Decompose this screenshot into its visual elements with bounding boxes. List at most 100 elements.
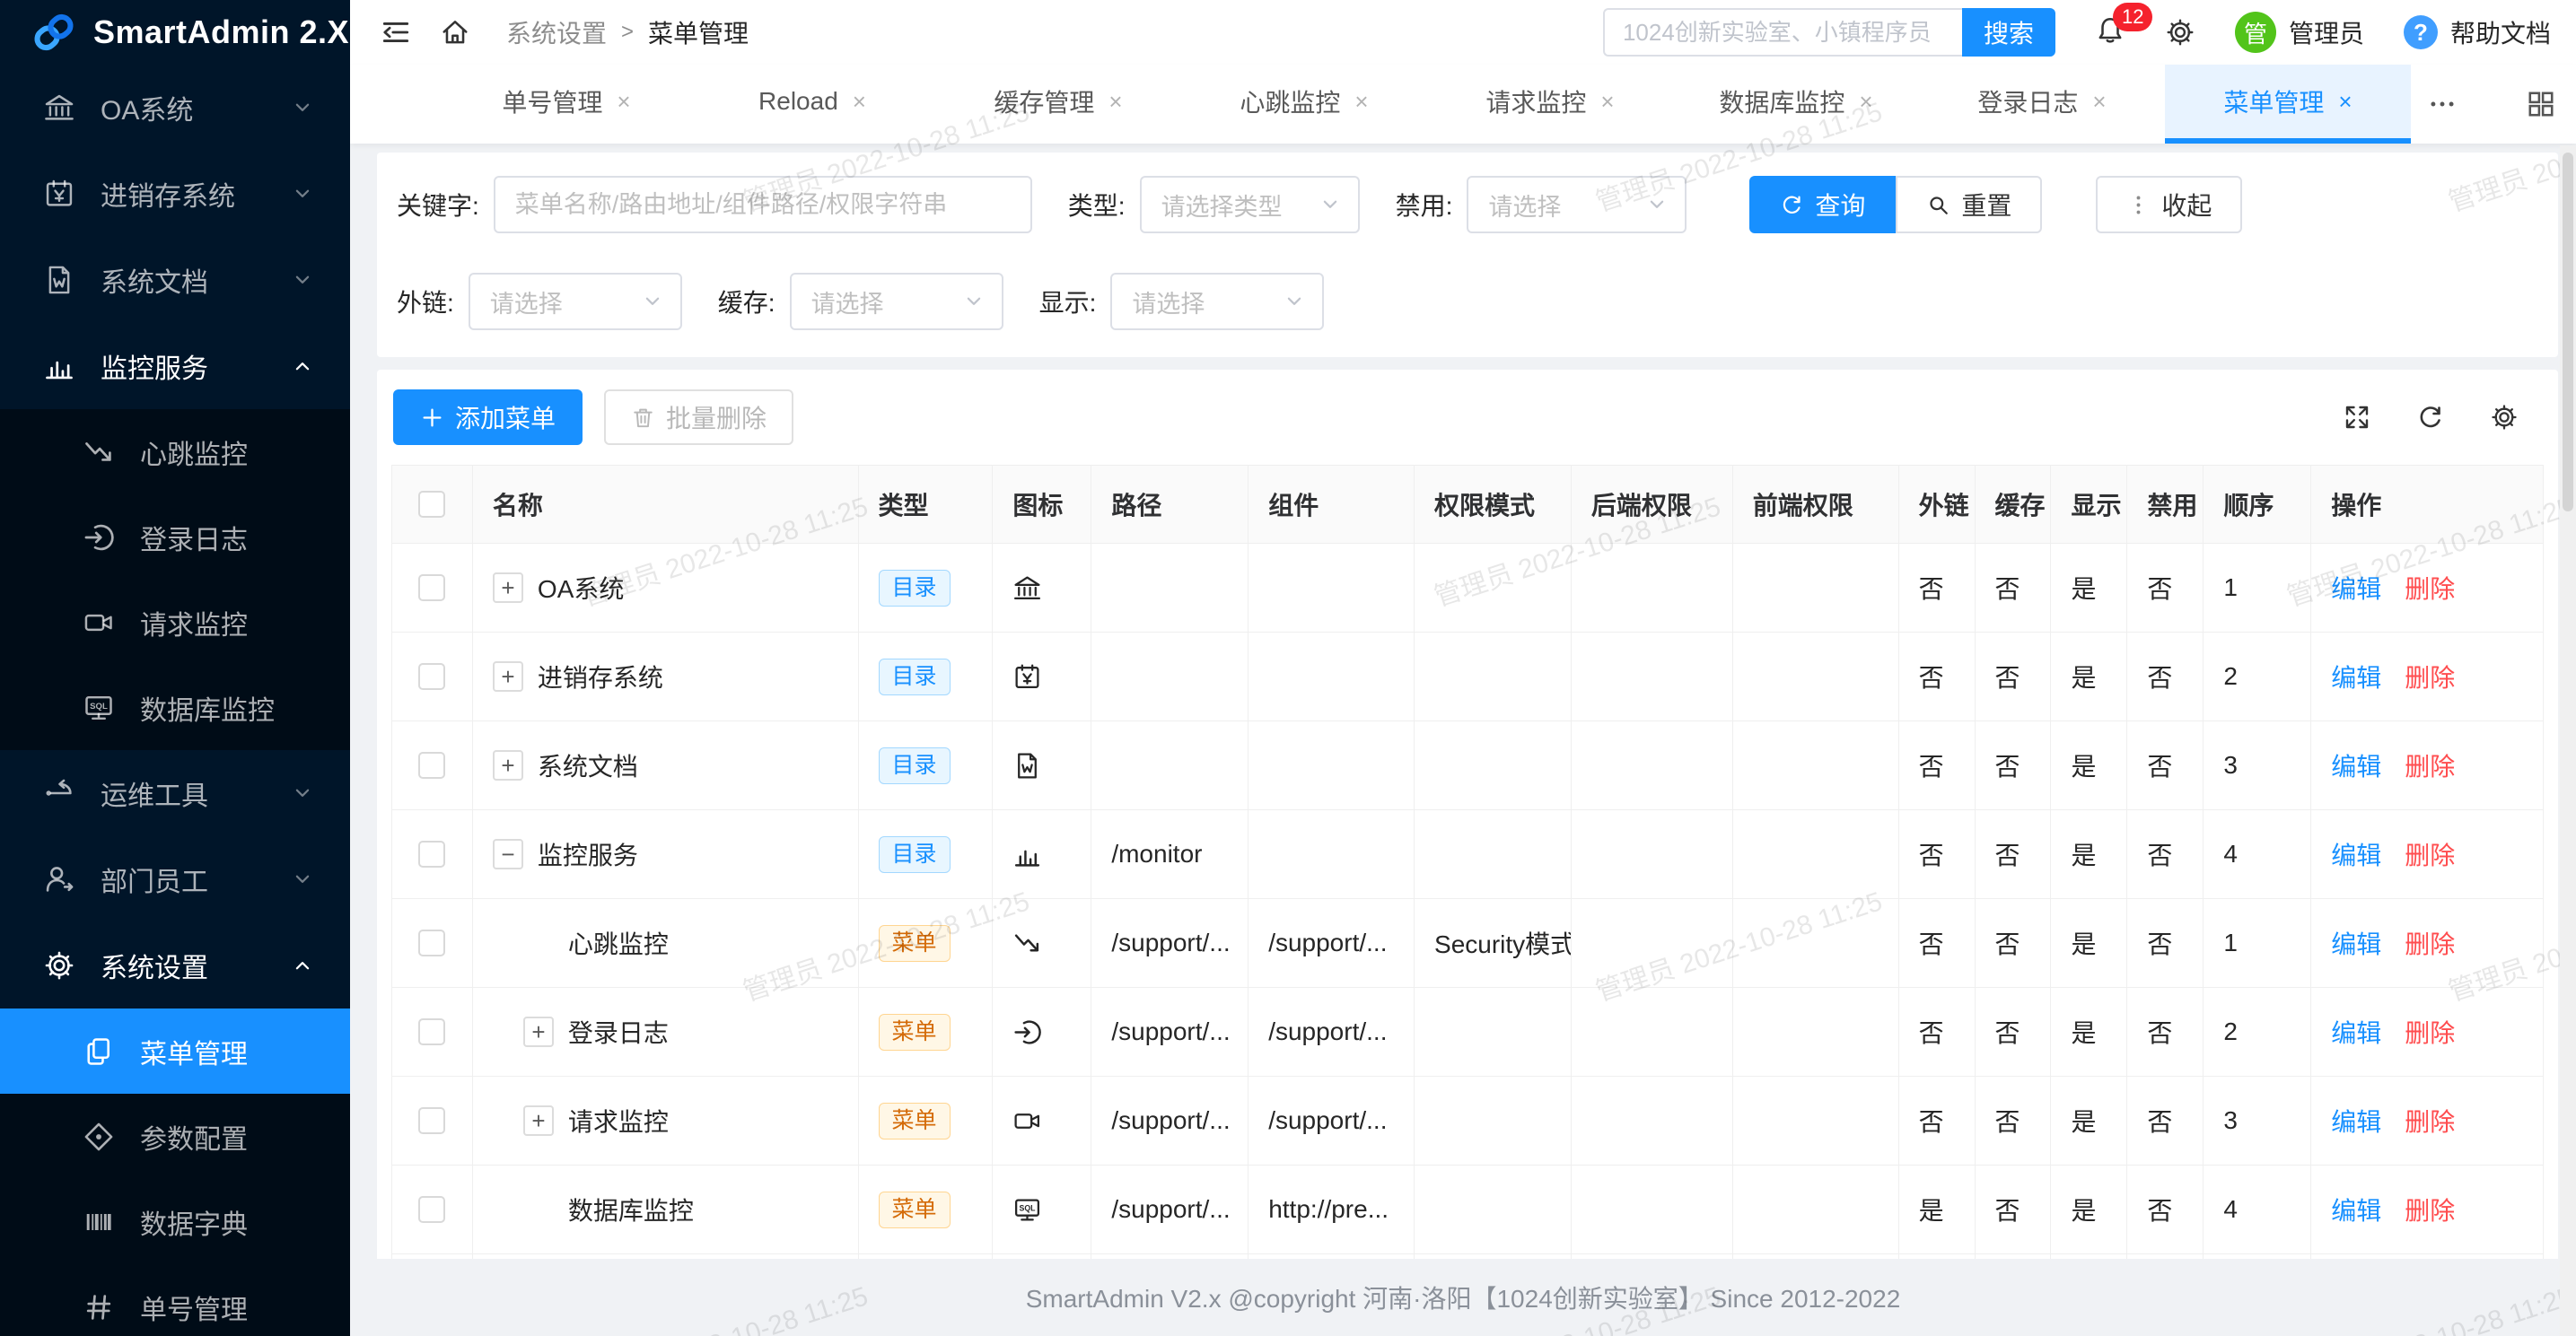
sidebar-item-system-docs[interactable]: 系统文档 (0, 237, 350, 323)
sidebar-item-oa-system[interactable]: OA系统 (0, 65, 350, 151)
global-search-button[interactable]: 搜索 (1962, 8, 2055, 57)
tab-login-log[interactable]: 登录日志× (1919, 65, 2165, 144)
tab-request-monitor[interactable]: 请求监控× (1427, 65, 1673, 144)
tab-close-icon[interactable]: × (1859, 88, 1872, 116)
visible-select[interactable]: 请选择 (1110, 273, 1324, 330)
filter-row-1: 关键字: 类型: 请选择类型 禁用: 请选择 (397, 176, 2538, 233)
row-expander[interactable]: + (523, 1017, 554, 1047)
tab-close-icon[interactable]: × (2092, 88, 2106, 116)
tab-label: Reload (758, 87, 838, 116)
delete-link[interactable]: 删除 (2405, 570, 2455, 606)
tab-order-number[interactable]: 单号管理 × (443, 65, 689, 144)
delete-link[interactable]: 删除 (2405, 659, 2455, 694)
edit-link[interactable]: 编辑 (2331, 570, 2381, 606)
row-expander[interactable]: + (493, 750, 523, 781)
tab-reload[interactable]: Reload × (689, 65, 935, 144)
reload-icon[interactable] (2416, 403, 2445, 432)
tab-menu-management[interactable]: 菜单管理× (2165, 65, 2411, 144)
sidebar-item-inventory-system[interactable]: 进销存系统 (0, 151, 350, 237)
header-cell-select (392, 466, 473, 543)
tab-close-icon[interactable]: × (853, 88, 866, 116)
delete-link[interactable]: 删除 (2405, 836, 2455, 872)
breadcrumb-parent[interactable]: 系统设置 (506, 14, 607, 50)
cell-frontend-perm (1733, 988, 1899, 1076)
bank-icon (1012, 573, 1042, 603)
global-search-input[interactable] (1603, 8, 1962, 57)
delete-link[interactable]: 删除 (2405, 747, 2455, 783)
external-select[interactable]: 请选择 (469, 273, 682, 330)
cell-backend-perm (1572, 810, 1733, 898)
sidebar-item-menu-management[interactable]: 菜单管理 (0, 1009, 350, 1094)
row-checkbox[interactable] (418, 663, 445, 690)
delete-link[interactable]: 删除 (2405, 925, 2455, 961)
row-expander[interactable]: + (493, 572, 523, 603)
tab-cache-management[interactable]: 缓存管理× (935, 65, 1181, 144)
tab-close-icon[interactable]: × (2338, 88, 2352, 116)
tab-close-icon[interactable]: × (617, 88, 630, 116)
tab-label: 单号管理 (502, 83, 602, 119)
delete-link[interactable]: 删除 (2405, 1103, 2455, 1139)
cell-component (1249, 544, 1415, 632)
row-checkbox[interactable] (418, 574, 445, 601)
notification-bell[interactable]: 12 (2095, 15, 2125, 50)
delete-link[interactable]: 删除 (2405, 1014, 2455, 1050)
row-checkbox[interactable] (418, 1018, 445, 1045)
batch-delete-button[interactable]: 批量删除 (604, 389, 793, 445)
disabled-select[interactable]: 请选择 (1467, 176, 1687, 233)
tab-close-icon[interactable]: × (1108, 88, 1122, 116)
app-logo[interactable]: SmartAdmin 2.X (0, 0, 350, 65)
scrollbar-thumb[interactable] (2563, 153, 2573, 511)
edit-link[interactable]: 编辑 (2331, 747, 2381, 783)
edit-link[interactable]: 编辑 (2331, 1192, 2381, 1227)
delete-link[interactable]: 删除 (2405, 1192, 2455, 1227)
edit-link[interactable]: 编辑 (2331, 836, 2381, 872)
menu-fold-icon[interactable] (381, 17, 411, 48)
column-settings-gear-icon[interactable] (2490, 403, 2519, 432)
row-checkbox[interactable] (418, 1196, 445, 1223)
sidebar-item-order-number[interactable]: 单号管理 (0, 1264, 350, 1336)
collapse-button[interactable]: 收起 (2096, 176, 2242, 233)
select-all-checkbox[interactable] (418, 491, 445, 518)
sidebar-item-request-monitor[interactable]: 请求监控 (0, 580, 350, 665)
table-row: +系统文档目录否否是否3编辑删除 (392, 721, 2543, 810)
edit-link[interactable]: 编辑 (2331, 925, 2381, 961)
add-menu-button[interactable]: 添加菜单 (393, 389, 583, 445)
edit-link[interactable]: 编辑 (2331, 659, 2381, 694)
sidebar-item-heartbeat-monitor[interactable]: 心跳监控 (0, 409, 350, 494)
tab-close-icon[interactable]: × (1600, 88, 1614, 116)
reset-button[interactable]: 重置 (1896, 176, 2042, 233)
help-docs[interactable]: ? 帮助文档 (2404, 14, 2551, 50)
sidebar-item-monitor-service[interactable]: 监控服务 (0, 323, 350, 409)
row-checkbox[interactable] (418, 1107, 445, 1134)
row-expander[interactable]: + (493, 661, 523, 692)
row-expander[interactable]: + (523, 1105, 554, 1136)
row-expander[interactable]: − (493, 839, 523, 869)
type-select[interactable]: 请选择类型 (1140, 176, 1360, 233)
edit-link[interactable]: 编辑 (2331, 1103, 2381, 1139)
cache-select[interactable]: 请选择 (790, 273, 1003, 330)
tab-layout-grid-icon[interactable] (2526, 89, 2556, 119)
tab-database-monitor[interactable]: 数据库监控× (1673, 65, 1919, 144)
sidebar-item-department-staff[interactable]: 部门员工 (0, 836, 350, 922)
sidebar-item-system-settings[interactable]: 系统设置 (0, 922, 350, 1009)
filter-row-2: 外链: 请选择 缓存: 请选择 显示: (397, 273, 2538, 330)
row-checkbox[interactable] (418, 930, 445, 956)
tab-heartbeat-monitor[interactable]: 心跳监控× (1181, 65, 1427, 144)
edit-link[interactable]: 编辑 (2331, 1014, 2381, 1050)
sidebar-item-ops-tools[interactable]: 运维工具 (0, 750, 350, 836)
user-menu[interactable]: 管 管理员 (2235, 12, 2364, 53)
row-checkbox[interactable] (418, 752, 445, 779)
fullscreen-icon[interactable] (2343, 403, 2371, 432)
sidebar-item-param-config[interactable]: 参数配置 (0, 1094, 350, 1179)
query-button[interactable]: 查询 (1749, 176, 1896, 233)
row-checkbox[interactable] (418, 841, 445, 868)
cell-disabled: 否 (2127, 1077, 2204, 1165)
tab-close-icon[interactable]: × (1354, 88, 1368, 116)
sidebar-item-login-log[interactable]: 登录日志 (0, 494, 350, 580)
keyword-input[interactable] (494, 176, 1032, 233)
sidebar-item-data-dictionary[interactable]: 数据字典 (0, 1179, 350, 1264)
sidebar-item-database-monitor[interactable]: 数据库监控 (0, 665, 350, 750)
settings-gear-icon[interactable] (2165, 17, 2195, 48)
home-icon[interactable] (440, 17, 470, 48)
tab-more-icon[interactable] (2427, 89, 2458, 119)
